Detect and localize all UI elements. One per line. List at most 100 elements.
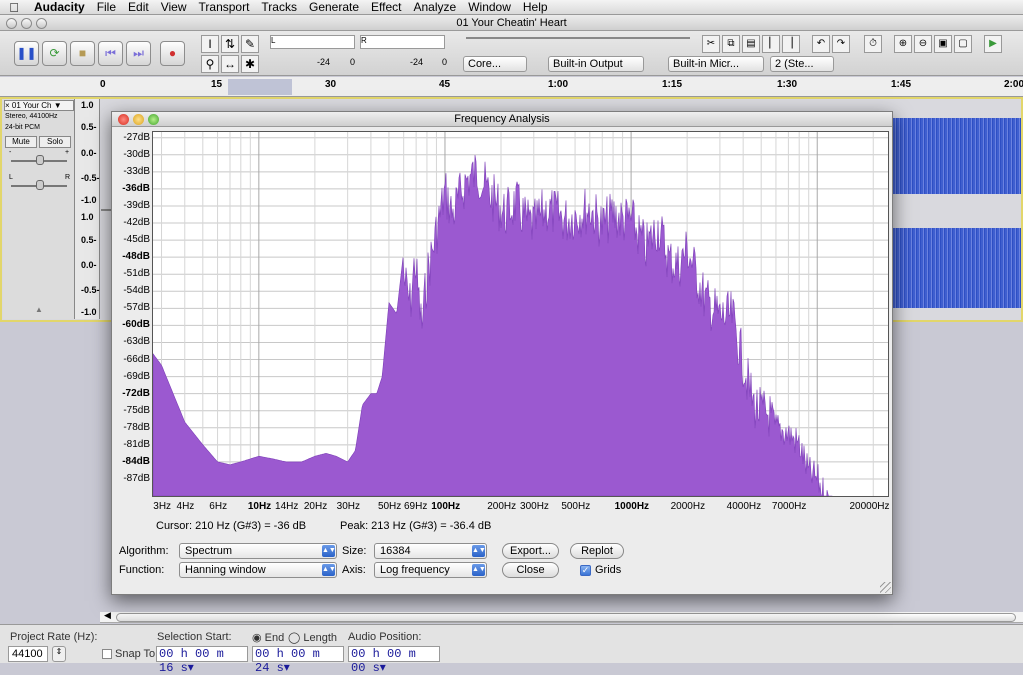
scrollbar-thumb[interactable] — [116, 613, 1016, 622]
input-volume-slider[interactable] — [580, 37, 690, 39]
menu-window[interactable]: Window — [462, 0, 517, 14]
track-name-menu[interactable]: × 01 Your Ch ▼ — [4, 100, 74, 111]
window-close-icon[interactable] — [6, 18, 17, 29]
copy-icon[interactable]: ⧉ — [722, 35, 740, 53]
sync-lock-icon[interactable]: ⏱ — [864, 35, 882, 53]
solo-button[interactable]: Solo — [39, 136, 71, 148]
axis-select[interactable]: Log frequency ▲▼ — [374, 562, 487, 578]
fit-project-icon[interactable]: ▢ — [954, 35, 972, 53]
draw-tool-icon[interactable]: ✎ — [241, 35, 259, 53]
x-tick-label: 50Hz — [377, 501, 402, 512]
output-meter[interactable]: L — [270, 35, 355, 49]
zoom-out-icon[interactable]: ⊖ — [914, 35, 932, 53]
x-tick-label: 4Hz — [176, 501, 195, 512]
input-channels-select[interactable]: 2 (Ste... — [770, 56, 834, 72]
menu-app[interactable]: Audacity — [28, 0, 91, 14]
project-rate-stepper[interactable]: ⇕ — [52, 646, 66, 662]
menu-edit[interactable]: Edit — [122, 0, 155, 14]
trim-icon[interactable]: ⎢ — [762, 35, 780, 53]
paste-icon[interactable]: ▤ — [742, 35, 760, 53]
menu-tracks[interactable]: Tracks — [255, 0, 303, 14]
audio-position-label: Audio Position: — [348, 631, 422, 643]
menu-transport[interactable]: Transport — [193, 0, 256, 14]
pan-slider-thumb[interactable] — [36, 180, 44, 190]
menu-view[interactable]: View — [155, 0, 193, 14]
waveform-right[interactable] — [893, 228, 1021, 308]
input-device-select[interactable]: Built-in Micr... — [668, 56, 764, 72]
replot-button[interactable]: Replot — [570, 543, 624, 559]
play-button[interactable]: ⟳ — [42, 41, 67, 66]
x-tick-label: 20Hz — [303, 501, 328, 512]
menu-help[interactable]: Help — [517, 0, 554, 14]
menu-file[interactable]: File — [91, 0, 122, 14]
vruler-label: -0.5- — [81, 285, 100, 295]
selection-start-time[interactable]: 00 h 00 m 16 s▾ — [156, 646, 248, 675]
horizontal-scrollbar[interactable]: ◀ — [100, 610, 1023, 623]
record-button[interactable]: ● — [160, 41, 185, 66]
function-label: Function: — [119, 564, 165, 576]
envelope-tool-icon[interactable]: ⇅ — [221, 35, 239, 53]
pan-right-label: R — [65, 174, 71, 181]
function-select[interactable]: Hanning window ▲▼ — [179, 562, 337, 578]
scroll-left-icon[interactable]: ◀ — [104, 610, 111, 621]
out-meter-mark: -24 — [317, 57, 331, 67]
x-tick-label: 200Hz — [487, 501, 517, 512]
selection-toolbar: Project Rate (Hz): 44100 ⇕ Selection Sta… — [0, 624, 1023, 675]
zoom-tool-icon[interactable]: ⚲ — [201, 55, 219, 73]
multi-tool-icon[interactable]: ✱ — [241, 55, 259, 73]
ruler-tick: 0 — [100, 79, 106, 90]
x-tick-label: 300Hz — [520, 501, 549, 512]
skip-start-button[interactable]: ⏮ — [98, 41, 123, 66]
skip-end-button[interactable]: ⏭ — [126, 41, 151, 66]
gain-minus-label: - — [9, 149, 12, 156]
play-at-speed-icon[interactable]: ▶ — [984, 35, 1002, 53]
menu-generate[interactable]: Generate — [303, 0, 365, 14]
output-device-select[interactable]: Built-in Output — [548, 56, 644, 72]
selection-end-time[interactable]: 00 h 00 m 24 s▾ — [252, 646, 344, 675]
timeline-ruler[interactable]: 0 15 30 45 1:00 1:15 1:30 1:45 2:00 — [0, 77, 1023, 97]
selection-tool-icon[interactable]: I — [201, 35, 219, 53]
window-minimize-icon[interactable] — [21, 18, 32, 29]
select-arrows-icon: ▲▼ — [472, 564, 486, 576]
end-radio[interactable]: ◉ End — [252, 631, 284, 644]
redo-icon[interactable]: ↷ — [832, 35, 850, 53]
track-control-panel: × 01 Your Ch ▼ Stereo, 44100Hz 24-bit PC… — [3, 99, 75, 319]
apple-icon[interactable]:  — [0, 0, 28, 15]
collapse-track-icon[interactable]: ▲ — [23, 305, 55, 315]
audio-position-time[interactable]: 00 h 00 m 00 s▾ — [348, 646, 440, 675]
fit-selection-icon[interactable]: ▣ — [934, 35, 952, 53]
grids-label: Grids — [595, 564, 622, 576]
x-tick-label: 4000Hz — [726, 501, 762, 512]
algorithm-select[interactable]: Spectrum ▲▼ — [179, 543, 337, 559]
silence-icon[interactable]: ⎥ — [782, 35, 800, 53]
close-button[interactable]: Close — [502, 562, 559, 578]
resize-grip-icon[interactable] — [880, 582, 891, 593]
audio-host-select[interactable]: Core... — [463, 56, 527, 72]
export-button[interactable]: Export... — [502, 543, 559, 559]
project-rate-input[interactable]: 44100 — [8, 646, 48, 662]
zoom-in-icon[interactable]: ⊕ — [894, 35, 912, 53]
grids-checkbox[interactable]: ✓ — [580, 565, 591, 576]
x-tick-label: 10Hz — [247, 501, 272, 512]
waveform-left[interactable] — [893, 118, 1021, 194]
ruler-tick: 2:00 — [1004, 79, 1023, 90]
length-radio[interactable]: ◯ Length — [288, 631, 337, 644]
snap-to-checkbox[interactable] — [102, 649, 112, 659]
cut-icon[interactable]: ✂ — [702, 35, 720, 53]
input-meter[interactable]: R — [360, 35, 445, 49]
gain-slider-thumb[interactable] — [36, 155, 44, 165]
window-zoom-icon[interactable] — [36, 18, 47, 29]
peak-readout: Peak: 213 Hz (G#3) = -36.4 dB — [340, 520, 492, 532]
menu-analyze[interactable]: Analyze — [408, 0, 463, 14]
x-tick-label: 500Hz — [561, 501, 591, 512]
timeshift-tool-icon[interactable]: ↔ — [221, 55, 239, 73]
mute-button[interactable]: Mute — [5, 136, 37, 148]
track-close-icon[interactable]: × — [5, 101, 12, 110]
gain-plus-label: + — [65, 149, 70, 156]
selection-highlight — [228, 79, 292, 95]
size-select[interactable]: 16384 ▲▼ — [374, 543, 487, 559]
menu-effect[interactable]: Effect — [365, 0, 407, 14]
stop-button[interactable]: ■ — [70, 41, 95, 66]
undo-icon[interactable]: ↶ — [812, 35, 830, 53]
pause-button[interactable]: ❚❚ — [14, 41, 39, 66]
